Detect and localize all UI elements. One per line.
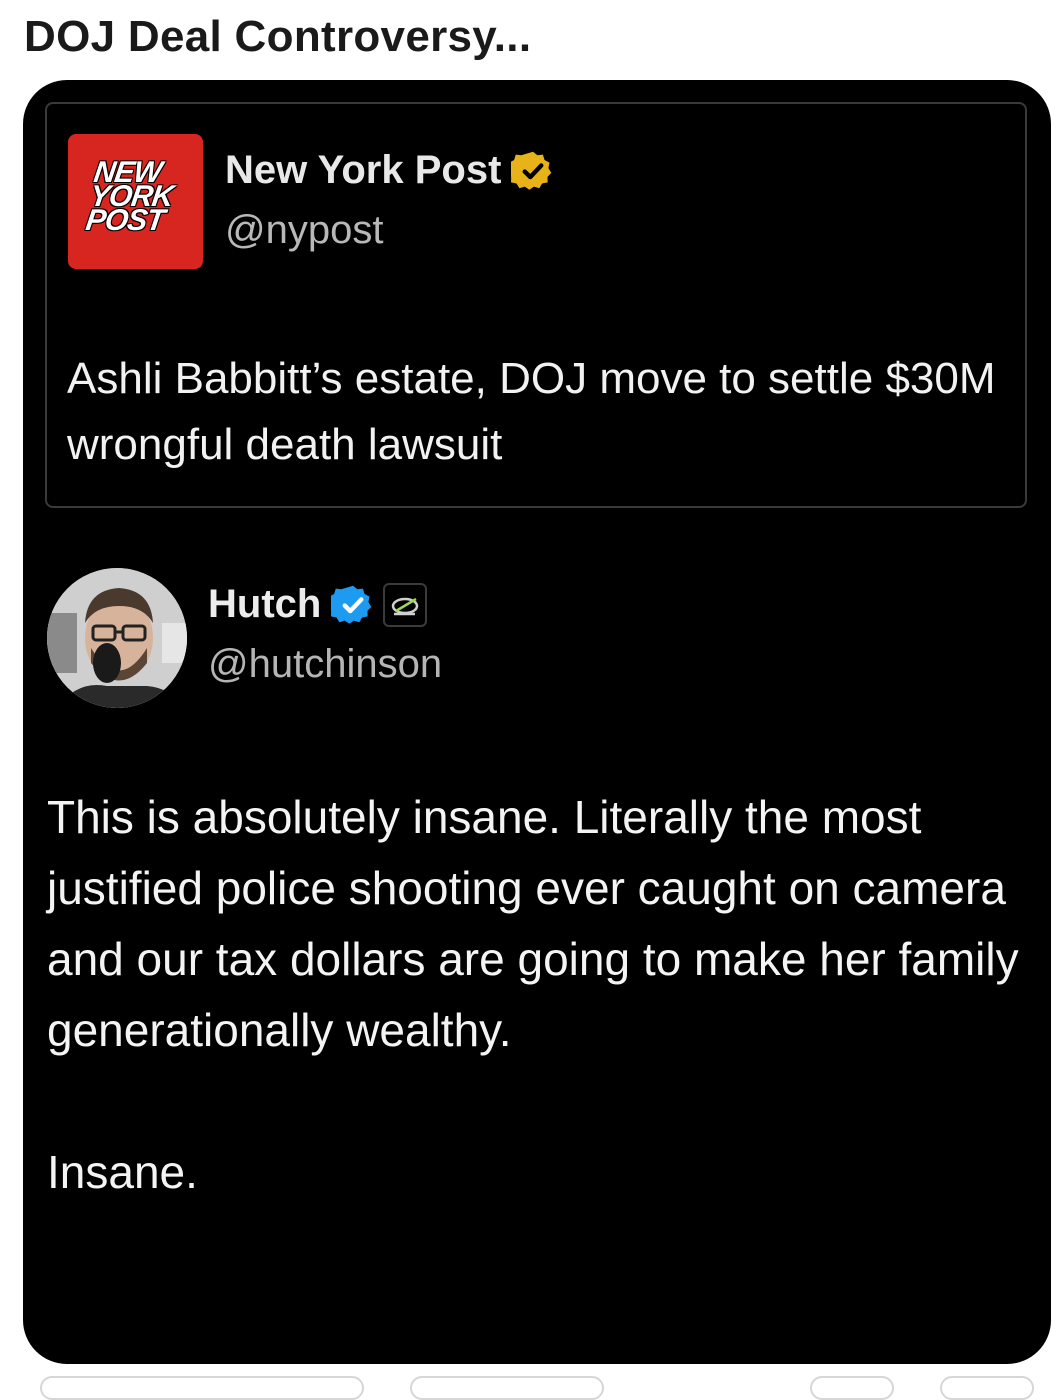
quoted-author-handle[interactable]: @nypost	[225, 208, 383, 253]
author-name-row[interactable]: Hutch	[208, 582, 428, 627]
bottom-control-middle[interactable]	[410, 1376, 604, 1400]
bottom-control-right-2[interactable]	[940, 1376, 1034, 1400]
quoted-author-name[interactable]: New York Post	[225, 148, 501, 193]
blue-check-icon	[331, 585, 372, 624]
avatar[interactable]	[47, 568, 187, 708]
gold-check-icon	[511, 151, 552, 190]
bottom-control-right-1[interactable]	[810, 1376, 894, 1400]
author-name[interactable]: Hutch	[208, 582, 321, 627]
page-title: DOJ Deal Controversy...	[24, 12, 532, 61]
post-card[interactable]: NEW YORK POST New York Post @nypost Ashl…	[23, 80, 1051, 1364]
avatar-photo	[47, 568, 187, 708]
quoted-author-name-row[interactable]: New York Post	[225, 148, 555, 193]
post-text: This is absolutely insane. Literally the…	[47, 791, 1019, 1198]
optic-logo-graphic	[392, 597, 419, 615]
nypost-logo[interactable]: NEW YORK POST	[68, 134, 203, 269]
optic-logo-icon[interactable]	[383, 582, 428, 627]
author-handle[interactable]: @hutchinson	[208, 642, 442, 687]
quoted-post[interactable]: NEW YORK POST New York Post @nypost Ashl…	[45, 102, 1027, 508]
bottom-control-left[interactable]	[40, 1376, 364, 1400]
logo-word-post: POST	[83, 204, 167, 237]
quoted-post-text: Ashli Babbitt’s estate, DOJ move to sett…	[67, 354, 996, 469]
